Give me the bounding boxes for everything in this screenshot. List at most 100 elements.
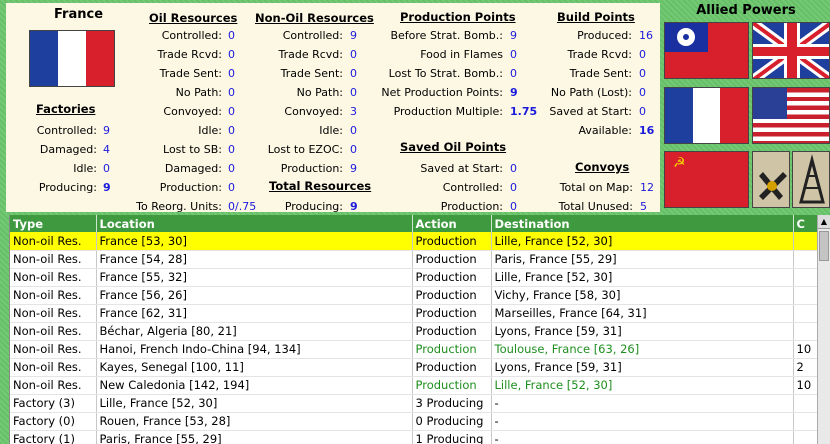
cell-action: Production [412, 232, 492, 251]
oil-resources-header: Oil Resources [149, 11, 238, 25]
column-header-destination[interactable]: Destination [491, 215, 794, 232]
oil-resources-value: 0/.75 [228, 200, 257, 213]
saved-oil-points-label: Saved at Start: [420, 162, 503, 175]
ussr-flag[interactable]: ☭ [664, 151, 749, 208]
convoys-value: 12 [640, 181, 654, 194]
oil-resources-label: Production: [159, 181, 222, 194]
oil-resources-value: 0 [228, 181, 235, 194]
cell-type: Non-oil Res. [10, 250, 97, 269]
convoys-value: 5 [640, 200, 647, 213]
table-row[interactable]: Non-oil Res. France [54, 28] Production Par… [10, 250, 817, 269]
production-table: Type Location Action Destination C Non-o… [9, 215, 817, 444]
oil-resources-value: 0 [228, 48, 235, 61]
oil-resources-value: 0 [228, 162, 235, 175]
scroll-up-arrow-icon[interactable]: ▲ [818, 215, 830, 229]
build-points-label: Trade Rcvd: [567, 48, 632, 61]
build-points-label: Saved at Start: [549, 105, 632, 118]
production-points-label: Production Multiple: [393, 105, 503, 118]
cell-action: Production [412, 250, 492, 269]
convoys-label: Total on Map: [559, 181, 633, 194]
oil-resources-label: No Path: [175, 86, 222, 99]
cell-c [793, 304, 817, 323]
oil-resources-label: Damaged: [164, 162, 222, 175]
factories-label: Producing: [38, 181, 97, 194]
cell-destination: Toulouse, France [63, 26] [491, 340, 794, 359]
table-row[interactable]: Non-oil Res. France [53, 30] Production Lil… [10, 232, 817, 251]
column-header-type[interactable]: Type [10, 215, 97, 232]
non-oil-resources-label: Convoyed: [284, 105, 343, 118]
non-oil-resources-header: Non-Oil Resources [255, 11, 374, 25]
cell-type: Factory (3) [10, 394, 97, 413]
cell-destination: - [491, 412, 794, 431]
uk-flag[interactable] [752, 22, 830, 79]
total-resources-header: Total Resources [269, 179, 372, 193]
table-row[interactable]: Non-oil Res. France [56, 26] Production Vic… [10, 286, 817, 305]
production-points-value: 1.75 [510, 105, 538, 118]
non-oil-resources-value: 0 [350, 67, 357, 80]
table-row[interactable]: Non-oil Res. France [62, 31] Production Mar… [10, 304, 817, 323]
table-row[interactable]: Factory (1) Paris, France [55, 29] 1 Produ… [10, 430, 817, 444]
factories-value: 9 [103, 181, 111, 194]
table-row[interactable]: Non-oil Res. Kayes, Senegal [100, 11] Prod… [10, 358, 817, 377]
china-flag[interactable] [664, 22, 749, 79]
oil-resources-label: Idle: [198, 124, 222, 137]
cell-destination: - [491, 430, 794, 444]
resource-icon[interactable] [752, 151, 790, 208]
column-header-c[interactable]: C [793, 215, 817, 232]
production-info-panel: France Factories Controlled: 9 Damaged: 4 Idl… [6, 3, 660, 213]
production-points-value: 0 [510, 67, 517, 80]
oil-resources-value: 0 [228, 67, 235, 80]
table-row[interactable]: Non-oil Res. Béchar, Algeria [80, 21] Prod… [10, 322, 817, 341]
table-row[interactable]: Factory (0) Rouen, France [53, 28] 0 Produ… [10, 412, 817, 431]
oil-resources-label: Trade Rcvd: [157, 48, 222, 61]
cell-c [793, 430, 817, 444]
saved-oil-points-value: 0 [510, 181, 517, 194]
factories-label: Controlled: [36, 124, 97, 137]
production-points-label: Lost To Strat. Bomb.: [388, 67, 503, 80]
scrollbar-thumb[interactable] [819, 231, 829, 261]
build-points-value: 0 [639, 48, 646, 61]
cell-c [793, 286, 817, 305]
factories-header: Factories [36, 102, 96, 116]
production-points-value: 9 [510, 29, 517, 42]
non-oil-resources-value: 0 [350, 124, 357, 137]
cell-type: Non-oil Res. [10, 268, 97, 287]
production-points-label: Food in Flames [420, 48, 503, 61]
cell-action: Production [412, 358, 492, 377]
table-row[interactable]: Non-oil Res. Hanoi, French Indo-China [94… [10, 340, 817, 359]
cell-destination: Lille, France [52, 30] [491, 376, 794, 395]
cell-action: Production [412, 286, 492, 305]
cell-type: Non-oil Res. [10, 358, 97, 377]
cell-type: Factory (1) [10, 430, 97, 444]
non-oil-resources-value: 0 [350, 48, 357, 61]
allied-powers-title: Allied Powers [696, 3, 796, 18]
table-row[interactable]: Factory (3) Lille, France [52, 30] 3 Produ… [10, 394, 817, 413]
build-points-value: 16 [639, 29, 653, 42]
saved-oil-points-value: 0 [510, 200, 517, 213]
non-oil-resources-label: Controlled: [282, 29, 343, 42]
cell-c: 2 [793, 358, 817, 377]
vertical-scrollbar[interactable]: ▲ [817, 215, 830, 444]
saved-oil-points-label: Production: [440, 200, 503, 213]
build-points-value: 0 [639, 105, 646, 118]
build-points-header: Build Points [557, 10, 635, 24]
cell-location: France [53, 30] [96, 232, 413, 251]
production-points-label: Before Strat. Bomb.: [390, 29, 503, 42]
cell-action: 0 Producing [412, 412, 492, 431]
oil-derrick-icon[interactable] [792, 151, 830, 208]
oil-resources-value: 0 [228, 143, 235, 156]
usa-flag[interactable] [752, 87, 830, 144]
cell-type: Non-oil Res. [10, 286, 97, 305]
oil-resources-label: Lost to SB: [163, 143, 222, 156]
france-flag[interactable] [664, 87, 749, 144]
non-oil-resources-value: 0 [350, 143, 357, 156]
non-oil-resources-label: Trade Rcvd: [278, 48, 343, 61]
table-row[interactable]: Non-oil Res. New Caledonia [142, 194] Prod… [10, 376, 817, 395]
oil-resources-label: Convoyed: [163, 105, 222, 118]
non-oil-resources-label: Lost to EZOC: [267, 143, 343, 156]
non-oil-resources-value: 9 [350, 29, 357, 42]
column-header-action[interactable]: Action [412, 215, 492, 232]
table-row[interactable]: Non-oil Res. France [55, 32] Production Lil… [10, 268, 817, 287]
column-header-location[interactable]: Location [96, 215, 413, 232]
factories-label: Damaged: [39, 143, 97, 156]
